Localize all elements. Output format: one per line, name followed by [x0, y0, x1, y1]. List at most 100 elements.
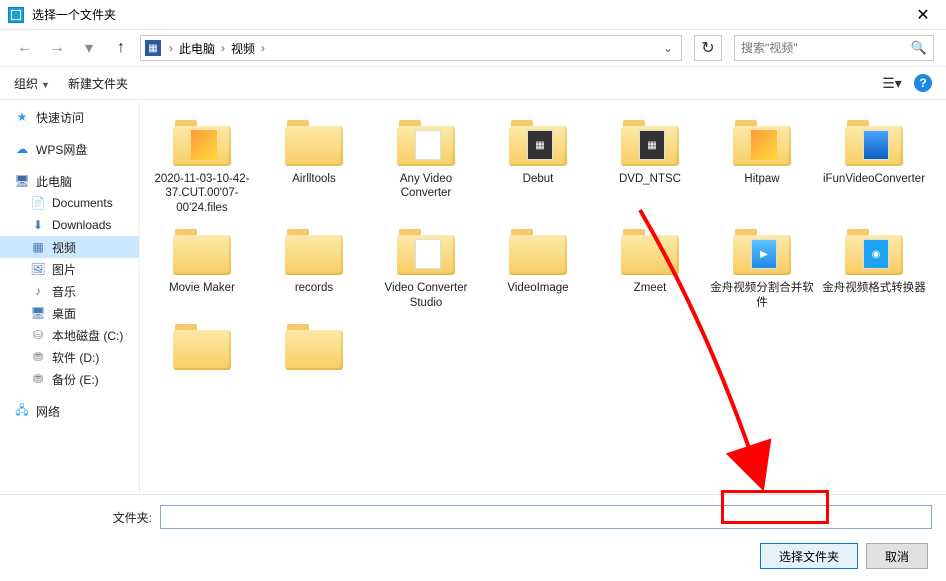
- folder-thumb-icon: ◉: [863, 239, 889, 269]
- organize-menu[interactable]: 组织▼: [14, 75, 50, 92]
- folder-item[interactable]: [258, 316, 370, 382]
- main-area: ★快速访问 ☁WPS网盘 🖥此电脑 📄Documents ⬇Downloads …: [0, 100, 946, 494]
- refresh-button[interactable]: ↻: [694, 35, 722, 61]
- breadcrumb-videos[interactable]: 视频: [229, 38, 257, 59]
- folder-thumb-icon: [415, 239, 441, 269]
- folder-item[interactable]: VideoImage: [482, 221, 594, 316]
- folder-item[interactable]: Any Video Converter: [370, 112, 482, 221]
- folder-item[interactable]: ▦DVD_NTSC: [594, 112, 706, 221]
- sidebar-music[interactable]: ♪音乐: [0, 280, 139, 302]
- folder-item[interactable]: ◉金舟视频格式转换器: [818, 221, 930, 316]
- videos-location-icon: ▦: [145, 40, 161, 56]
- folder-label: Zmeet: [634, 281, 667, 295]
- app-icon: [8, 7, 24, 23]
- close-button[interactable]: ✕: [908, 0, 938, 30]
- folder-item[interactable]: iFunVideoConverter: [818, 112, 930, 221]
- sidebar-quickaccess[interactable]: ★快速访问: [0, 106, 139, 128]
- sidebar-softd[interactable]: ⛃软件 (D:): [0, 346, 139, 368]
- select-folder-button[interactable]: 选择文件夹: [760, 543, 858, 569]
- folder-item[interactable]: Movie Maker: [146, 221, 258, 316]
- cloud-icon: ☁: [14, 141, 30, 157]
- breadcrumb-thispc[interactable]: 此电脑: [177, 38, 217, 59]
- foldername-input[interactable]: [160, 505, 932, 529]
- titlebar: 选择一个文件夹 ✕: [0, 0, 946, 30]
- folder-item[interactable]: [146, 316, 258, 382]
- footer: 文件夹: 选择文件夹 取消: [0, 494, 946, 581]
- folder-icon: [171, 118, 233, 168]
- breadcrumb-dropdown[interactable]: ⌄: [659, 41, 677, 55]
- folder-item[interactable]: records: [258, 221, 370, 316]
- folder-icon: [395, 227, 457, 277]
- folder-label: Airlltools: [292, 172, 335, 186]
- folder-item[interactable]: ▶ 金舟视频分割合并软件: [706, 221, 818, 316]
- folder-icon: [171, 322, 233, 372]
- folder-icon: ▶: [731, 227, 793, 277]
- pc-icon: 🖥: [14, 173, 30, 189]
- sidebar-wps[interactable]: ☁WPS网盘: [0, 138, 139, 160]
- foldername-label: 文件夹:: [14, 509, 160, 526]
- folder-grid: 2020-11-03-10-42-37.CUT.00'07-00'24.file…: [146, 112, 940, 382]
- folder-label: Video Converter Studio: [374, 281, 478, 310]
- search-input[interactable]: [741, 41, 911, 55]
- picture-icon: 🖼: [30, 261, 46, 277]
- folder-item[interactable]: ▦ Debut: [482, 112, 594, 221]
- folder-thumb-icon: [191, 130, 217, 160]
- folder-item[interactable]: Airlltools: [258, 112, 370, 221]
- folder-thumb-icon: ▶: [751, 239, 777, 269]
- folder-icon: ▦: [507, 118, 569, 168]
- sidebar-documents[interactable]: 📄Documents: [0, 192, 139, 214]
- folder-icon: ▦: [619, 118, 681, 168]
- folder-label: 金舟视频分割合并软件: [710, 281, 814, 310]
- sidebar-network[interactable]: 🖧网络: [0, 400, 139, 422]
- sidebar-desktop[interactable]: 🖥桌面: [0, 302, 139, 324]
- folder-item[interactable]: Video Converter Studio: [370, 221, 482, 316]
- folder-label: 2020-11-03-10-42-37.CUT.00'07-00'24.file…: [150, 172, 254, 215]
- folder-label: Hitpaw: [744, 172, 779, 186]
- star-icon: ★: [14, 109, 30, 125]
- sidebar-backupe[interactable]: ⛃备份 (E:): [0, 368, 139, 390]
- view-options-button[interactable]: ☰▾: [880, 71, 904, 95]
- sidebar-pictures[interactable]: 🖼图片: [0, 258, 139, 280]
- forward-button[interactable]: →: [44, 35, 70, 61]
- sidebar: ★快速访问 ☁WPS网盘 🖥此电脑 📄Documents ⬇Downloads …: [0, 100, 140, 494]
- help-button[interactable]: ?: [914, 74, 932, 92]
- up-button[interactable]: ↑: [108, 35, 134, 61]
- window-title: 选择一个文件夹: [32, 6, 908, 23]
- document-icon: 📄: [30, 195, 46, 211]
- search-icon[interactable]: 🔍: [911, 40, 927, 56]
- sidebar-videos[interactable]: ▦视频: [0, 236, 139, 258]
- sidebar-downloads[interactable]: ⬇Downloads: [0, 214, 139, 236]
- folder-icon: [395, 118, 457, 168]
- cancel-button[interactable]: 取消: [866, 543, 928, 569]
- folder-thumb-icon: ▦: [639, 130, 665, 160]
- folder-thumb-icon: [751, 130, 777, 160]
- folder-label: iFunVideoConverter: [823, 172, 925, 186]
- sidebar-localc[interactable]: ⛁本地磁盘 (C:): [0, 324, 139, 346]
- chevron-right-icon[interactable]: ›: [169, 41, 173, 55]
- folder-icon: [283, 118, 345, 168]
- breadcrumb[interactable]: ▦ › 此电脑 › 视频 › ⌄: [140, 35, 682, 61]
- search-box[interactable]: 🔍: [734, 35, 934, 61]
- folder-icon: [731, 118, 793, 168]
- chevron-right-icon[interactable]: ›: [221, 41, 225, 55]
- folder-item[interactable]: 2020-11-03-10-42-37.CUT.00'07-00'24.file…: [146, 112, 258, 221]
- back-button[interactable]: ←: [12, 35, 38, 61]
- music-icon: ♪: [30, 283, 46, 299]
- folder-icon: [507, 227, 569, 277]
- folder-item[interactable]: Hitpaw: [706, 112, 818, 221]
- folder-label: Debut: [523, 172, 554, 186]
- folder-label: VideoImage: [507, 281, 568, 295]
- chevron-down-icon: ▼: [41, 80, 50, 90]
- folder-label: Any Video Converter: [374, 172, 478, 201]
- folder-item[interactable]: Zmeet: [594, 221, 706, 316]
- network-icon: 🖧: [14, 403, 30, 419]
- content-area[interactable]: 2020-11-03-10-42-37.CUT.00'07-00'24.file…: [140, 100, 946, 494]
- nav-row: ← → ▾ ↑ ▦ › 此电脑 › 视频 › ⌄ ↻ 🔍: [0, 30, 946, 66]
- folder-label: Movie Maker: [169, 281, 235, 295]
- recent-dropdown[interactable]: ▾: [76, 35, 102, 61]
- sidebar-thispc[interactable]: 🖥此电脑: [0, 170, 139, 192]
- folder-icon: [619, 227, 681, 277]
- new-folder-button[interactable]: 新建文件夹: [68, 75, 128, 92]
- chevron-right-icon[interactable]: ›: [261, 41, 265, 55]
- toolbar: 组织▼ 新建文件夹 ☰▾ ?: [0, 66, 946, 100]
